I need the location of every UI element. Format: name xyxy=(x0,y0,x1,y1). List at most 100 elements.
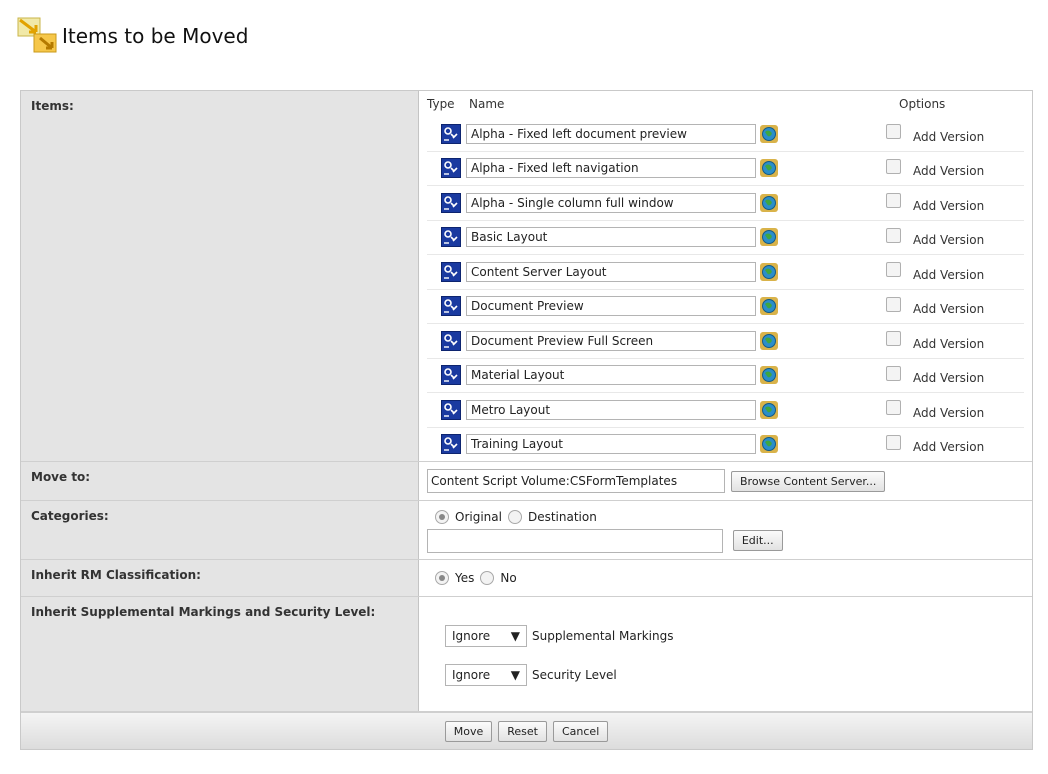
supplemental-markings-value: Ignore xyxy=(452,629,491,643)
edit-categories-button[interactable]: Edit... xyxy=(732,530,783,551)
add-version-checkbox[interactable] xyxy=(886,296,901,312)
add-version-checkbox[interactable] xyxy=(886,400,901,416)
options-column-header: Options xyxy=(899,97,946,111)
add-version-label: Add Version xyxy=(913,405,985,420)
browse-content-server-button[interactable]: Browse Content Server... xyxy=(731,470,886,492)
globe-icon[interactable] xyxy=(760,297,778,316)
item-row: Basic Layout Add Version xyxy=(427,219,1024,255)
globe-icon[interactable] xyxy=(760,400,778,419)
page-header: Items to be Moved xyxy=(16,16,248,56)
form-footer: Move Reset Cancel xyxy=(21,712,1032,749)
globe-icon[interactable] xyxy=(760,193,778,212)
move-button[interactable]: Move xyxy=(444,720,493,742)
add-version-option: Add Version xyxy=(886,193,984,213)
layout-type-icon xyxy=(441,296,461,317)
item-name-input[interactable]: Alpha - Single column full window xyxy=(466,192,756,213)
add-version-checkbox[interactable] xyxy=(886,331,901,347)
original-radio[interactable] xyxy=(435,509,449,524)
security-level-label: Security Level xyxy=(532,668,617,682)
rm-yes-radio[interactable] xyxy=(435,571,449,585)
items-header: Type Name Options xyxy=(427,91,1024,117)
inherit-rm-section: Inherit RM Classification: Yes No xyxy=(21,560,1032,597)
rm-yes-label: Yes xyxy=(455,571,475,585)
item-name-input[interactable]: Material Layout xyxy=(466,365,756,386)
destination-radio[interactable] xyxy=(507,509,522,524)
add-version-option: Add Version xyxy=(886,365,984,385)
reset-button[interactable]: Reset xyxy=(498,720,547,742)
move-to-input[interactable]: Content Script Volume:CSFormTemplates xyxy=(427,469,725,493)
add-version-option: Add Version xyxy=(886,262,984,282)
item-row: Material Layout Add Version xyxy=(427,357,1024,393)
inherit-rm-label: Inherit RM Classification: xyxy=(21,560,419,596)
item-name-input[interactable]: Alpha - Fixed left document preview xyxy=(466,123,756,144)
add-version-option: Add Version xyxy=(886,158,984,178)
add-version-checkbox[interactable] xyxy=(886,365,901,381)
globe-icon[interactable] xyxy=(760,262,778,281)
security-level-value: Ignore xyxy=(452,668,491,682)
add-version-option: Add Version xyxy=(886,434,984,454)
categories-field: Original Destination Edit... xyxy=(419,501,1032,559)
add-version-label: Add Version xyxy=(913,233,985,248)
inherit-supplemental-label: Inherit Supplemental Markings and Securi… xyxy=(21,597,419,711)
categories-input[interactable] xyxy=(427,528,723,553)
item-name-input[interactable]: Basic Layout xyxy=(466,227,756,248)
move-form: Items: Type Name Options Alpha - Fixed l… xyxy=(20,90,1033,750)
globe-icon[interactable] xyxy=(760,331,778,350)
item-row: Metro Layout Add Version xyxy=(427,392,1024,427)
security-level-select[interactable]: Ignore ▼ xyxy=(445,664,527,686)
supplemental-markings-label: Supplemental Markings xyxy=(532,629,674,643)
item-name-input[interactable]: Training Layout xyxy=(466,434,756,455)
layout-type-icon xyxy=(441,330,461,351)
inherit-rm-field: Yes No xyxy=(419,560,1032,596)
globe-icon[interactable] xyxy=(760,228,778,247)
item-name-input[interactable]: Metro Layout xyxy=(466,399,756,420)
add-version-checkbox[interactable] xyxy=(886,193,901,209)
supplemental-markings-select[interactable]: Ignore ▼ xyxy=(445,625,527,647)
inherit-supplemental-field: Ignore ▼ Supplemental Markings Ignore ▼ Secu… xyxy=(419,597,1032,711)
add-version-checkbox[interactable] xyxy=(886,158,901,174)
add-version-label: Add Version xyxy=(913,267,985,282)
item-row: Document Preview Add Version xyxy=(427,288,1024,324)
move-to-section: Move to: Content Script Volume:CSFormTem… xyxy=(21,462,1032,501)
original-radio-label: Original xyxy=(455,509,502,524)
item-row: Alpha - Fixed left navigation Add Version xyxy=(427,150,1024,186)
items-label: Items: xyxy=(21,91,419,461)
globe-icon[interactable] xyxy=(760,124,778,143)
item-row: Training Layout Add Version xyxy=(427,426,1024,462)
add-version-option: Add Version xyxy=(886,124,984,144)
globe-icon[interactable] xyxy=(760,366,778,385)
add-version-label: Add Version xyxy=(913,371,985,386)
item-row: Alpha - Fixed left document preview Add V… xyxy=(427,117,1024,151)
globe-icon[interactable] xyxy=(760,435,778,454)
categories-section: Categories: Original Destination Edit... xyxy=(21,501,1032,560)
rm-no-radio[interactable] xyxy=(480,571,495,585)
layout-type-icon xyxy=(441,158,461,179)
page-title: Items to be Moved xyxy=(62,24,249,48)
layout-type-icon xyxy=(441,399,461,420)
globe-icon[interactable] xyxy=(760,159,778,178)
add-version-label: Add Version xyxy=(913,164,985,179)
add-version-checkbox[interactable] xyxy=(886,262,901,278)
categories-label: Categories: xyxy=(21,501,419,559)
add-version-label: Add Version xyxy=(913,302,985,317)
add-version-checkbox[interactable] xyxy=(886,124,901,140)
add-version-option: Add Version xyxy=(886,331,984,351)
dropdown-arrow-icon: ▼ xyxy=(510,629,520,643)
add-version-checkbox[interactable] xyxy=(886,434,901,450)
add-version-label: Add Version xyxy=(913,198,985,213)
add-version-checkbox[interactable] xyxy=(886,227,901,243)
cancel-button[interactable]: Cancel xyxy=(552,720,609,742)
add-version-label: Add Version xyxy=(913,129,985,144)
item-name-input[interactable]: Alpha - Fixed left navigation xyxy=(466,158,756,179)
add-version-option: Add Version xyxy=(886,400,984,420)
layout-type-icon xyxy=(441,123,461,144)
move-arrows-icon xyxy=(16,16,58,56)
items-section: Items: Type Name Options Alpha - Fixed l… xyxy=(21,91,1032,462)
rm-no-label: No xyxy=(500,571,517,585)
name-column-header: Name xyxy=(469,97,505,111)
item-name-input[interactable]: Content Server Layout xyxy=(466,261,756,282)
items-list: Type Name Options Alpha - Fixed left doc… xyxy=(419,91,1032,461)
item-name-input[interactable]: Document Preview xyxy=(466,296,756,317)
item-name-input[interactable]: Document Preview Full Screen xyxy=(466,330,756,351)
add-version-option: Add Version xyxy=(886,296,984,316)
